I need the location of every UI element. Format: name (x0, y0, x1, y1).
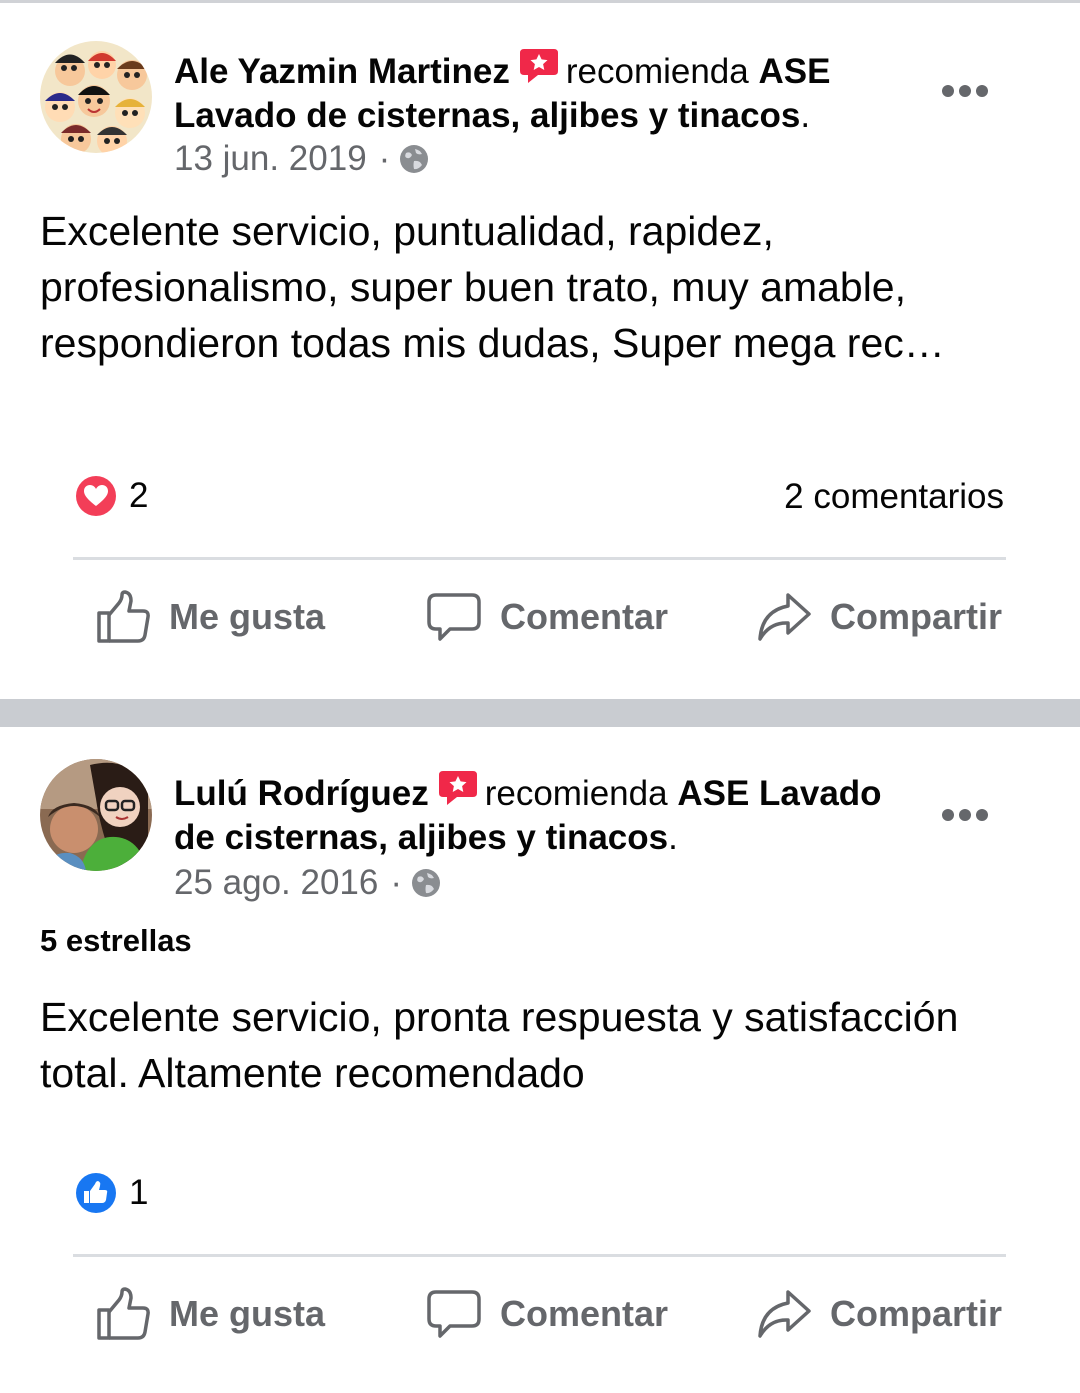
reaction-count: 2 (129, 476, 149, 515)
share-label: Compartir (830, 1293, 1003, 1334)
more-dot (942, 85, 954, 97)
star-rating: 5 estrellas (40, 923, 192, 958)
more-dot (942, 809, 954, 821)
avatar[interactable] (40, 759, 152, 871)
divider (73, 557, 1006, 560)
comment-button[interactable]: Comentar (426, 1286, 668, 1342)
reactions-summary[interactable]: 2 (73, 473, 148, 519)
post-meta: 25 ago. 2016 · (174, 863, 442, 903)
comment-bubble-icon (427, 1290, 481, 1338)
reactions-summary[interactable]: 1 (73, 1170, 148, 1216)
post-date[interactable]: 25 ago. 2016 (174, 863, 378, 903)
more-dot (959, 809, 971, 821)
globe-icon (412, 869, 441, 897)
recommend-verb: recomienda (484, 774, 668, 813)
divider (73, 1254, 1006, 1257)
review-post: Ale Yazmin Martinez recomienda ASE Lavado… (0, 3, 1080, 699)
like-label: Me gusta (169, 1293, 326, 1334)
comment-bubble-icon (427, 593, 481, 641)
more-dot (976, 85, 988, 97)
more-dot (976, 809, 988, 821)
author-name[interactable]: Ale Yazmin Martinez (174, 52, 510, 91)
love-reaction-icon (74, 474, 118, 518)
review-post: Lulú Rodríguez recomienda ASE Lavado de c… (0, 727, 1080, 1393)
date-separator: · (390, 863, 403, 902)
recommend-icon (519, 49, 558, 83)
like-label: Me gusta (169, 596, 326, 637)
like-button[interactable]: Me gusta (95, 589, 325, 645)
share-button[interactable]: Compartir (756, 589, 1002, 645)
post-body: Excelente servicio, puntualidad, rapidez… (40, 208, 945, 366)
post-header: Lulú Rodríguez recomienda ASE Lavado de c… (174, 769, 894, 860)
page-suffix: . (800, 96, 811, 135)
share-arrow-icon (758, 1290, 811, 1338)
more-dot (959, 85, 971, 97)
post-meta: 13 jun. 2019 · (174, 139, 430, 179)
comment-label: Comentar (500, 596, 669, 637)
post-date[interactable]: 13 jun. 2019 (174, 139, 367, 179)
page-suffix: . (668, 818, 678, 857)
share-label: Compartir (830, 596, 1003, 637)
reaction-count: 1 (129, 1173, 149, 1212)
more-options-button[interactable] (942, 84, 988, 98)
date-separator: · (378, 139, 391, 178)
recommend-verb: recomienda (565, 52, 749, 91)
globe-icon (400, 145, 429, 173)
recommend-icon (438, 771, 477, 805)
comments-count[interactable]: 2 comentarios (784, 477, 1004, 517)
post-body: Excelente servicio, pronta respuesta y s… (40, 994, 959, 1096)
action-bar: Me gusta Comentar Compartir (0, 589, 1080, 649)
comment-button[interactable]: Comentar (426, 589, 668, 645)
author-name[interactable]: Lulú Rodríguez (174, 774, 429, 813)
thumbs-up-icon (97, 1287, 150, 1340)
like-reaction-icon (74, 1171, 118, 1215)
avatar[interactable] (40, 41, 152, 153)
share-button[interactable]: Compartir (756, 1286, 1002, 1342)
comment-label: Comentar (500, 1293, 669, 1334)
thumbs-up-icon (97, 590, 150, 643)
post-header: Ale Yazmin Martinez recomienda ASE Lavado… (174, 47, 894, 138)
post-separator (0, 699, 1080, 727)
more-options-button[interactable] (942, 808, 988, 822)
action-bar: Me gusta Comentar Compartir (0, 1286, 1080, 1346)
like-button[interactable]: Me gusta (95, 1286, 325, 1342)
share-arrow-icon (758, 593, 811, 641)
